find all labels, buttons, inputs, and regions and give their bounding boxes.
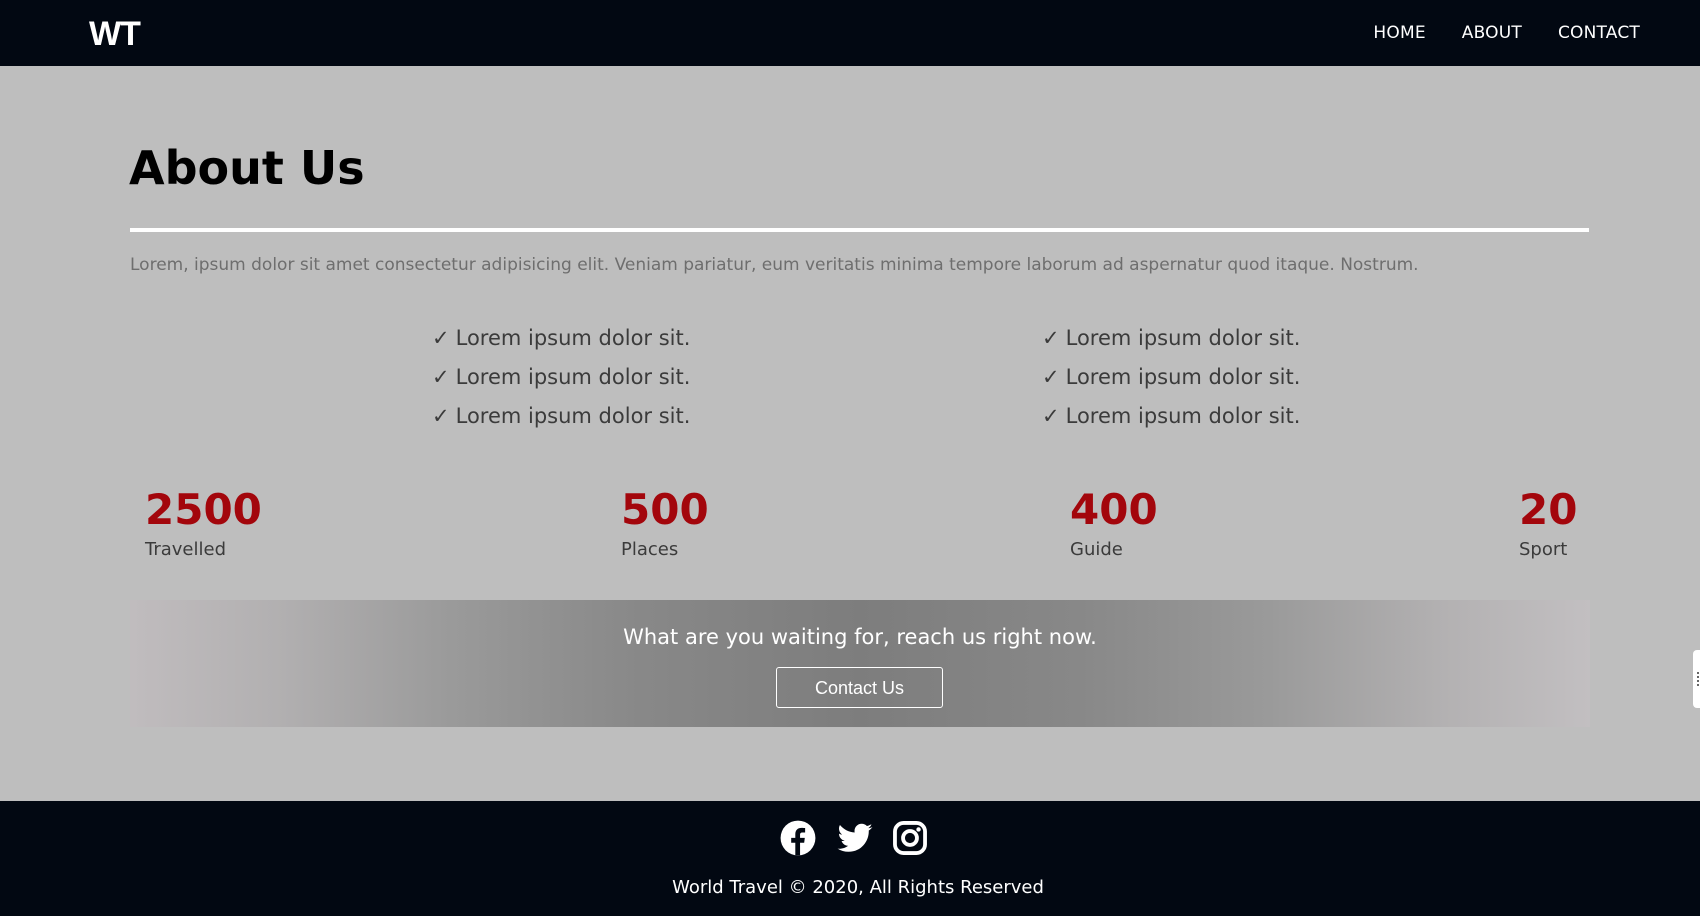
check-icon: ✓ bbox=[1042, 326, 1060, 350]
intro-paragraph: Lorem, ipsum dolor sit amet consectetur … bbox=[130, 255, 1419, 275]
checklist-left: ✓ Lorem ipsum dolor sit. ✓ Lorem ipsum dol… bbox=[432, 323, 690, 440]
page: WT HOME ABOUT CONTACT About Us Lorem, ip… bbox=[0, 0, 1700, 916]
copyright-text: World Travel © 2020, All Rights Reserved bbox=[672, 877, 1044, 898]
nav-home-link[interactable]: HOME bbox=[1373, 23, 1425, 43]
stat-label: Sport bbox=[1519, 539, 1568, 560]
twitter-icon[interactable] bbox=[835, 819, 873, 857]
checklist-item: ✓ Lorem ipsum dolor sit. bbox=[432, 362, 690, 401]
stat-places: 500 Places bbox=[621, 482, 709, 562]
stat-value: 500 bbox=[621, 485, 709, 534]
stat-value: 400 bbox=[1070, 485, 1158, 534]
checklist-item-text: Lorem ipsum dolor sit. bbox=[455, 365, 691, 389]
check-icon: ✓ bbox=[432, 404, 450, 428]
nav-about-link[interactable]: ABOUT bbox=[1462, 23, 1522, 43]
cta-text: What are you waiting for, reach us right… bbox=[623, 625, 1097, 649]
checklist-item: ✓ Lorem ipsum dolor sit. bbox=[1042, 323, 1300, 362]
stat-travelled: 2500 Travelled bbox=[145, 482, 262, 562]
footer: World Travel © 2020, All Rights Reserved bbox=[0, 801, 1700, 916]
stat-guide: 400 Guide bbox=[1070, 482, 1158, 562]
checklist-item-text: Lorem ipsum dolor sit. bbox=[455, 326, 691, 350]
check-icon: ✓ bbox=[1042, 365, 1060, 389]
contact-us-button[interactable]: Contact Us bbox=[776, 667, 943, 708]
check-icon: ✓ bbox=[432, 365, 450, 389]
stat-label: Places bbox=[621, 539, 679, 560]
checklist-item-text: Lorem ipsum dolor sit. bbox=[1065, 326, 1301, 350]
checklist-right: ✓ Lorem ipsum dolor sit. ✓ Lorem ipsum dol… bbox=[1042, 323, 1300, 440]
top-navbar: WT HOME ABOUT CONTACT bbox=[0, 0, 1700, 66]
check-icon: ✓ bbox=[432, 326, 450, 350]
checklist-item: ✓ Lorem ipsum dolor sit. bbox=[432, 401, 690, 440]
checklist-item: ✓ Lorem ipsum dolor sit. bbox=[1042, 401, 1300, 440]
social-links bbox=[0, 819, 1700, 857]
checklist-item-text: Lorem ipsum dolor sit. bbox=[455, 404, 691, 428]
page-title: About Us bbox=[129, 141, 365, 195]
stat-label: Travelled bbox=[145, 539, 227, 560]
checklist-item-text: Lorem ipsum dolor sit. bbox=[1065, 404, 1301, 428]
facebook-icon[interactable] bbox=[779, 819, 817, 857]
instagram-icon[interactable] bbox=[891, 819, 929, 857]
checklist-item-text: Lorem ipsum dolor sit. bbox=[1065, 365, 1301, 389]
stat-value: 20 bbox=[1519, 485, 1578, 534]
title-divider bbox=[130, 228, 1589, 232]
nav-contact-link[interactable]: CONTACT bbox=[1558, 23, 1640, 43]
stat-value: 2500 bbox=[145, 485, 262, 534]
checklist-item: ✓ Lorem ipsum dolor sit. bbox=[1042, 362, 1300, 401]
stat-sport: 20 Sport bbox=[1519, 482, 1577, 562]
site-logo[interactable]: WT bbox=[89, 14, 141, 54]
main-nav: HOME ABOUT CONTACT bbox=[1373, 0, 1640, 66]
stat-label: Guide bbox=[1070, 539, 1123, 560]
side-widget-tab[interactable] bbox=[1693, 650, 1700, 708]
check-icon: ✓ bbox=[1042, 404, 1060, 428]
drag-handle-icon bbox=[1697, 672, 1699, 686]
checklist-item: ✓ Lorem ipsum dolor sit. bbox=[432, 323, 690, 362]
cta-banner: What are you waiting for, reach us right… bbox=[130, 600, 1590, 727]
